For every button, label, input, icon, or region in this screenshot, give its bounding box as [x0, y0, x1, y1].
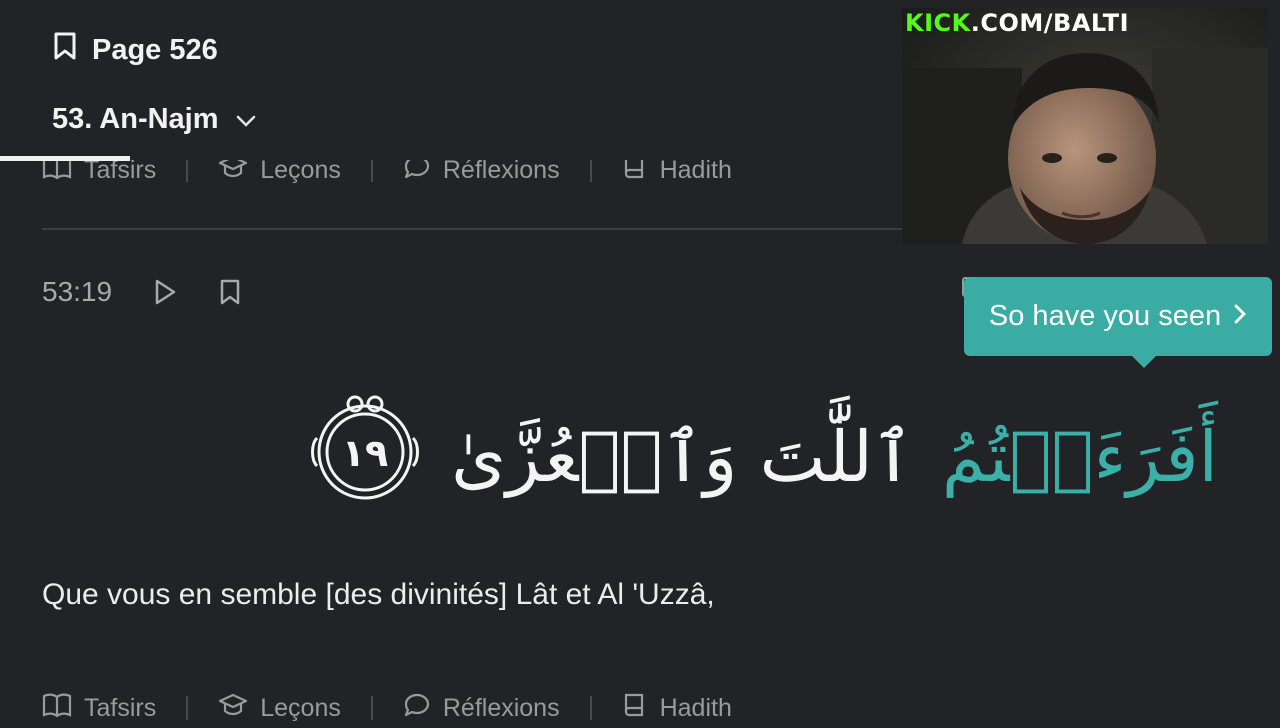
separator	[186, 696, 189, 720]
arabic-verse: أَفَرَءَيۡتُمُ ٱللَّٰتَ وَٱلۡعُزَّىٰ ١٩	[307, 382, 1218, 532]
page-indicator[interactable]: Page 526	[52, 30, 218, 70]
arabic-verse-rest[interactable]: ٱللَّٰتَ وَٱلۡعُزَّىٰ	[451, 416, 914, 498]
bookmark-icon	[52, 31, 78, 69]
verse-divider	[42, 228, 902, 230]
lecons-label: Leçons	[260, 693, 341, 722]
verse-actions: Tafsirs Leçons Réflexions Hadith	[42, 688, 732, 728]
separator	[589, 158, 592, 182]
verse-key[interactable]: 53:19	[42, 276, 112, 308]
kick-channel: .COM/BALTI	[970, 9, 1130, 37]
reading-progress-bar	[0, 156, 130, 161]
webcam-overlay: KICK .COM/BALTI	[902, 8, 1268, 244]
bookmark-icon[interactable]	[218, 278, 242, 306]
hadith-label: Hadith	[659, 693, 732, 722]
verse-number-medallion: ١٩	[307, 394, 423, 521]
verse-header: 53:19	[42, 270, 242, 314]
highlighted-word[interactable]: أَفَرَءَيۡتُمُ	[942, 416, 1218, 498]
verse-translation: Que vous en semble [des divinités] Lât e…	[42, 578, 715, 611]
page-label: Page 526	[92, 33, 218, 66]
separator	[370, 696, 373, 720]
tooltip-text: So have you seen	[988, 300, 1222, 332]
separator	[589, 696, 592, 720]
chevron-right-icon	[1233, 300, 1247, 333]
reflexions-label: Réflexions	[442, 693, 560, 722]
separator	[186, 158, 189, 182]
word-translation-tooltip[interactable]: So have you seen	[964, 277, 1272, 368]
separator	[370, 158, 373, 182]
surah-selector[interactable]: 53. An-Najm	[52, 98, 257, 140]
surah-label: 53. An-Najm	[52, 102, 219, 135]
play-icon[interactable]	[152, 278, 178, 306]
verse-number: ١٩	[342, 431, 388, 475]
chevron-down-icon	[235, 103, 257, 136]
streamer-camera-feed	[902, 8, 1268, 244]
kick-logo: KICK	[905, 9, 971, 37]
tafsirs-label: Tafsirs	[84, 693, 157, 722]
kick-watermark: KICK .COM/BALTI	[902, 8, 1268, 38]
